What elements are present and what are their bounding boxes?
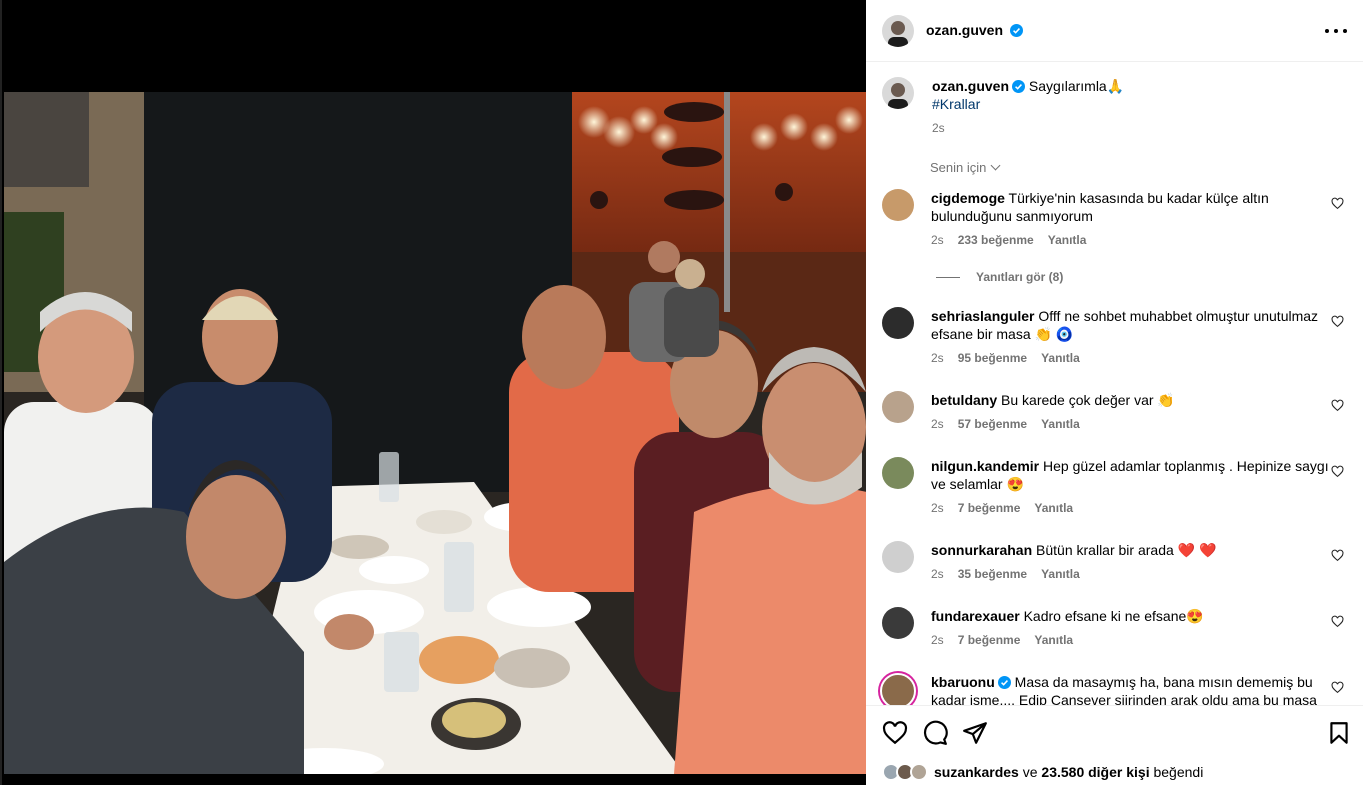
likes-summary: suzankardes ve 23.580 diğer kişi beğendi: [882, 763, 1203, 781]
likes-conj: ve: [1022, 764, 1038, 780]
view-replies-label: Yanıtları gör (8): [976, 270, 1064, 284]
commenter-avatar[interactable]: [882, 541, 914, 573]
post-side-panel: ozan.guven ozan.guven Saygılarımla🙏 #Kra…: [866, 0, 1363, 785]
verified-badge-icon: [997, 676, 1011, 689]
heart-icon[interactable]: [1331, 197, 1344, 210]
comment-sort-dropdown[interactable]: Senin için: [930, 160, 1001, 175]
liker-avatars[interactable]: [882, 763, 930, 781]
commenter-avatar[interactable]: [880, 673, 916, 705]
commenter-avatar[interactable]: [882, 607, 914, 639]
comment-username[interactable]: kbaruonu: [931, 674, 995, 690]
comment-sort-label: Senin için: [930, 160, 987, 175]
commenter-avatar[interactable]: [882, 457, 914, 489]
heart-icon[interactable]: [1331, 549, 1344, 562]
caption-author-avatar[interactable]: [882, 77, 914, 109]
comment-item: sonnurkarahan Bütün krallar bir arada ❤️…: [882, 541, 1352, 581]
comment-item: kbaruonu Masa da masaymış ha, bana mısın…: [880, 673, 1352, 705]
reply-button[interactable]: Yanıtla: [1041, 417, 1080, 431]
commenter-avatar[interactable]: [882, 189, 914, 221]
comment-username[interactable]: betuldany: [931, 392, 997, 408]
comment-time: 2s: [931, 633, 944, 647]
comment-text: Bu karede çok değer var 👏: [1001, 392, 1175, 408]
author-avatar[interactable]: [882, 14, 914, 47]
heart-icon[interactable]: [1331, 465, 1344, 478]
share-send-icon[interactable]: [962, 720, 988, 746]
likes-suffix: beğendi: [1153, 764, 1204, 780]
heart-icon[interactable]: [1331, 615, 1344, 628]
likes-others-count[interactable]: 23.580 diğer kişi: [1041, 764, 1149, 780]
comments-list[interactable]: ozan.guven Saygılarımla🙏 #Krallar 2s Sen…: [866, 63, 1363, 705]
caption-text: Saygılarımla🙏: [1028, 78, 1125, 94]
comment-like-count[interactable]: 35 beğenme: [958, 567, 1027, 581]
comment-item: fundarexauer Kadro efsane ki ne efsane😍 …: [882, 607, 1352, 647]
more-options-icon[interactable]: [1325, 22, 1347, 40]
comment-time: 2s: [931, 351, 944, 365]
reply-button[interactable]: Yanıtla: [1041, 351, 1080, 365]
comment-text: Kadro efsane ki ne efsane😍: [1023, 608, 1204, 624]
comment-text: Bütün krallar bir arada ❤️ ❤️: [1036, 542, 1217, 558]
reply-button[interactable]: Yanıtla: [1048, 233, 1087, 247]
post-header: ozan.guven: [866, 0, 1363, 62]
liker-username[interactable]: suzankardes: [934, 764, 1019, 780]
save-bookmark-icon[interactable]: [1326, 720, 1352, 746]
chevron-down-icon: [990, 160, 1001, 171]
caption-hashtag[interactable]: #Krallar: [932, 96, 980, 112]
comment-time: 2s: [931, 567, 944, 581]
comment-username[interactable]: sehriaslanguler: [931, 308, 1035, 324]
comment-time: 2s: [931, 417, 944, 431]
comment-item: cigdemoge Türkiye'nin kasasında bu kadar…: [882, 189, 1352, 247]
restaurant-group-photo: [4, 92, 867, 774]
heart-icon[interactable]: [1331, 315, 1344, 328]
comment-item: nilgun.kandemir Hep güzel adamlar toplan…: [882, 457, 1352, 515]
comment-like-count[interactable]: 233 beğenme: [958, 233, 1034, 247]
verified-badge-icon: [1010, 23, 1024, 37]
heart-icon[interactable]: [1331, 399, 1344, 412]
post-caption: ozan.guven Saygılarımla🙏 #Krallar 2s: [882, 77, 1124, 135]
comment-item: sehriaslanguler Offf ne sohbet muhabbet …: [882, 307, 1352, 365]
post-photo[interactable]: [0, 0, 867, 785]
comment-like-count[interactable]: 95 beğenme: [958, 351, 1027, 365]
heart-icon[interactable]: [1331, 681, 1344, 694]
comment-bubble-icon[interactable]: [922, 720, 948, 746]
comment-item: betuldany Bu karede çok değer var 👏 2s 57…: [882, 391, 1352, 431]
caption-author-username[interactable]: ozan.guven: [932, 78, 1009, 94]
comment-username[interactable]: fundarexauer: [931, 608, 1020, 624]
comment-like-count[interactable]: 7 beğenme: [958, 633, 1021, 647]
commenter-avatar[interactable]: [882, 307, 914, 339]
verified-badge-icon: [1012, 80, 1026, 93]
comment-username[interactable]: nilgun.kandemir: [931, 458, 1039, 474]
comment-username[interactable]: sonnurkarahan: [931, 542, 1032, 558]
view-replies-button[interactable]: Yanıtları gör (8): [936, 270, 1063, 284]
comment-like-count[interactable]: 57 beğenme: [958, 417, 1027, 431]
reply-button[interactable]: Yanıtla: [1041, 567, 1080, 581]
like-heart-icon[interactable]: [882, 720, 908, 746]
caption-time: 2s: [932, 121, 945, 135]
reply-button[interactable]: Yanıtla: [1034, 633, 1073, 647]
comment-like-count[interactable]: 7 beğenme: [958, 501, 1021, 515]
instagram-post-window: ozan.guven ozan.guven Saygılarımla🙏 #Kra…: [0, 0, 1363, 785]
reply-button[interactable]: Yanıtla: [1034, 501, 1073, 515]
comment-username[interactable]: cigdemoge: [931, 190, 1005, 206]
author-username[interactable]: ozan.guven: [926, 22, 1003, 38]
comment-time: 2s: [931, 233, 944, 247]
post-actions-bar: suzankardes ve 23.580 diğer kişi beğendi: [866, 705, 1363, 785]
commenter-avatar[interactable]: [882, 391, 914, 423]
comment-time: 2s: [931, 501, 944, 515]
